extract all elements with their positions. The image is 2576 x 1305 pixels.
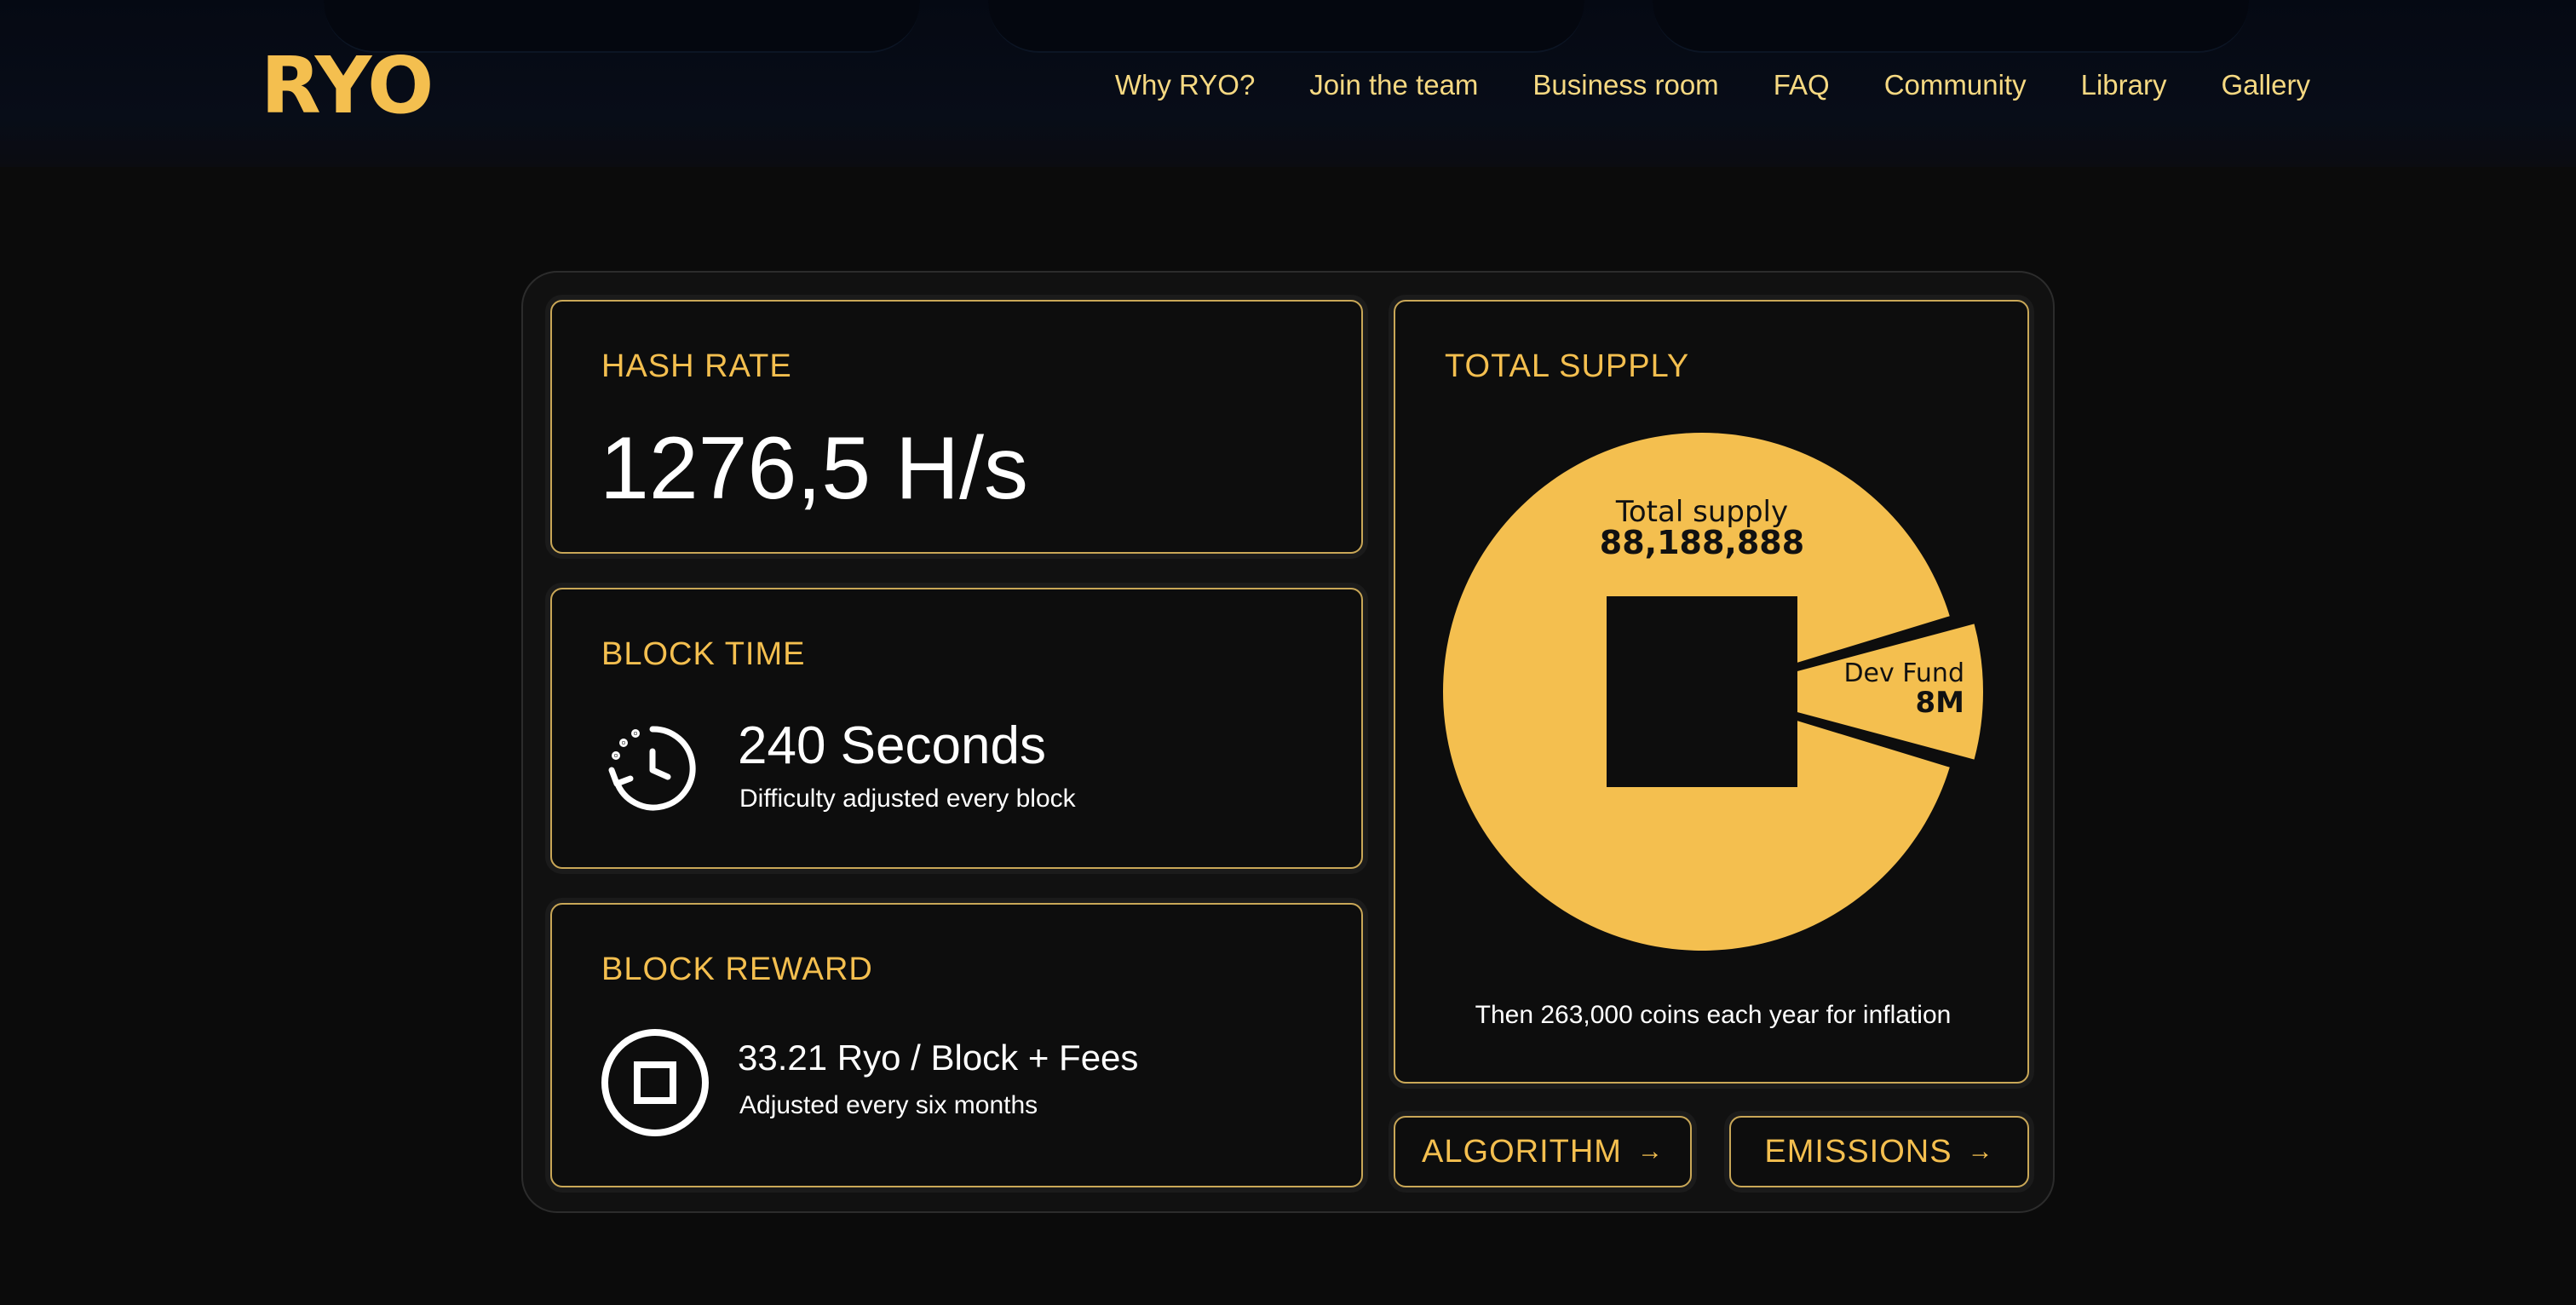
block-reward-value: 33.21 Ryo / Block + Fees xyxy=(738,1038,1139,1078)
emissions-button[interactable]: EMISSIONS → xyxy=(1729,1116,2029,1187)
block-time-subtitle: Difficulty adjusted every block xyxy=(739,785,1076,813)
header-decoration xyxy=(1653,0,2249,53)
nav-library[interactable]: Library xyxy=(2081,66,2167,104)
arrow-right-icon: → xyxy=(1636,1137,1664,1165)
supply-pie-chart: Total supply 88,188,888 Dev Fund 8M xyxy=(1395,302,2031,1085)
coin-icon xyxy=(600,1027,710,1138)
pie-label-dev-fund: Dev Fund xyxy=(1843,658,1964,688)
site-header: RYO Why RYO? Join the team Business room… xyxy=(0,0,2576,167)
block-time-value: 240 Seconds xyxy=(738,716,1046,775)
hash-rate-title: HASH RATE xyxy=(601,348,792,384)
clock-refresh-icon xyxy=(605,721,700,816)
nav-business-room[interactable]: Business room xyxy=(1532,66,1718,104)
block-time-title: BLOCK TIME xyxy=(601,636,806,672)
hash-rate-card: HASH RATE 1276,5 H/s xyxy=(550,300,1363,554)
block-reward-title: BLOCK REWARD xyxy=(601,951,873,987)
inflation-note: Then 263,000 coins each year for inflati… xyxy=(1475,1001,1952,1029)
total-supply-card: TOTAL SUPPLY Total supply 88,188,888 Dev… xyxy=(1394,300,2029,1084)
block-reward-card: BLOCK REWARD 33.21 Ryo / Block + Fees Ad… xyxy=(550,903,1363,1187)
main-nav: Why RYO? Join the team Business room FAQ… xyxy=(1061,66,2310,104)
ryo-logo[interactable]: RYO xyxy=(261,39,434,133)
nav-join-the-team[interactable]: Join the team xyxy=(1309,66,1478,104)
nav-faq[interactable]: FAQ xyxy=(1774,66,1830,104)
stats-dashboard: HASH RATE 1276,5 H/s BLOCK TIME 240 Seco… xyxy=(521,271,2055,1213)
nav-gallery[interactable]: Gallery xyxy=(2221,66,2310,104)
algorithm-button-label: ALGORITHM xyxy=(1422,1133,1622,1170)
pie-center-square xyxy=(1607,596,1797,787)
block-reward-subtitle: Adjusted every six months xyxy=(739,1091,1038,1119)
emissions-button-label: EMISSIONS xyxy=(1764,1133,1952,1170)
pie-value-total-supply: 88,188,888 xyxy=(1600,524,1804,561)
block-time-card: BLOCK TIME 240 Seconds Difficulty adjust… xyxy=(550,588,1363,869)
hash-rate-value: 1276,5 H/s xyxy=(600,419,1028,518)
nav-why-ryo[interactable]: Why RYO? xyxy=(1115,66,1255,104)
algorithm-button[interactable]: ALGORITHM → xyxy=(1394,1116,1692,1187)
header-decoration xyxy=(988,0,1584,53)
pie-value-dev-fund: 8M xyxy=(1916,686,1965,720)
nav-community[interactable]: Community xyxy=(1884,66,2027,104)
arrow-right-icon: → xyxy=(1967,1137,1994,1165)
